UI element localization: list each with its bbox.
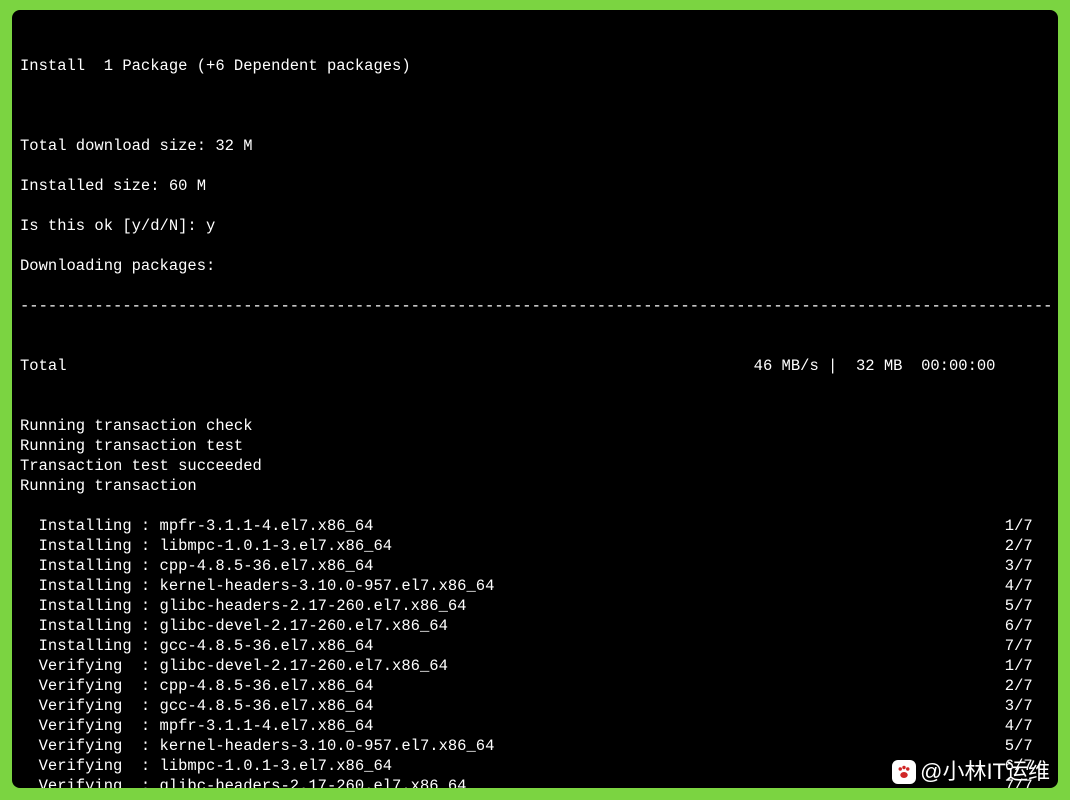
transaction-msg: Running transaction xyxy=(20,476,1050,496)
step-text: Verifying : mpfr-3.1.1-4.el7.x86_64 xyxy=(20,716,373,736)
downloading-label: Downloading packages: xyxy=(20,256,1050,276)
terminal[interactable]: Install 1 Package (+6 Dependent packages… xyxy=(12,10,1058,788)
installed-size: Installed size: 60 M xyxy=(20,176,1050,196)
transaction-step: Installing : kernel-headers-3.10.0-957.e… xyxy=(20,576,1050,596)
total-label: Total xyxy=(20,356,67,376)
transaction-step: Verifying : glibc-devel-2.17-260.el7.x86… xyxy=(20,656,1050,676)
step-text: Verifying : kernel-headers-3.10.0-957.el… xyxy=(20,736,494,756)
step-text: Installing : kernel-headers-3.10.0-957.e… xyxy=(20,576,494,596)
watermark: @小林IT运维 xyxy=(892,760,1050,784)
divider: ----------------------------------------… xyxy=(20,296,1050,316)
blank-line xyxy=(20,96,1050,116)
step-text: Verifying : gcc-4.8.5-36.el7.x86_64 xyxy=(20,696,373,716)
confirm-prompt: Is this ok [y/d/N]: y xyxy=(20,216,1050,236)
step-count: 3/7 xyxy=(1005,696,1050,716)
download-size: Total download size: 32 M xyxy=(20,136,1050,156)
step-count: 4/7 xyxy=(1005,716,1050,736)
step-count: 2/7 xyxy=(1005,676,1050,696)
transaction-step: Verifying : gcc-4.8.5-36.el7.x86_64 3/7 xyxy=(20,696,1050,716)
step-text: Installing : mpfr-3.1.1-4.el7.x86_64 xyxy=(20,516,373,536)
transaction-msg: Running transaction test xyxy=(20,436,1050,456)
transaction-step: Installing : cpp-4.8.5-36.el7.x86_64 3/7 xyxy=(20,556,1050,576)
transaction-step: Installing : mpfr-3.1.1-4.el7.x86_64 1/7 xyxy=(20,516,1050,536)
transaction-step: Installing : glibc-headers-2.17-260.el7.… xyxy=(20,596,1050,616)
transaction-step: Verifying : kernel-headers-3.10.0-957.el… xyxy=(20,736,1050,756)
step-count: 2/7 xyxy=(1005,536,1050,556)
step-text: Verifying : glibc-devel-2.17-260.el7.x86… xyxy=(20,656,448,676)
watermark-text: @小林IT运维 xyxy=(920,762,1050,782)
total-line: Total 46 MB/s | 32 MB 00:00:00 xyxy=(20,356,1050,376)
step-count: 1/7 xyxy=(1005,656,1050,676)
install-summary: Install 1 Package (+6 Dependent packages… xyxy=(20,56,1050,76)
step-text: Installing : gcc-4.8.5-36.el7.x86_64 xyxy=(20,636,373,656)
transaction-msg: Transaction test succeeded xyxy=(20,456,1050,476)
paw-icon xyxy=(892,760,916,784)
transaction-step: Installing : glibc-devel-2.17-260.el7.x8… xyxy=(20,616,1050,636)
step-count: 3/7 xyxy=(1005,556,1050,576)
step-text: Verifying : cpp-4.8.5-36.el7.x86_64 xyxy=(20,676,373,696)
step-text: Installing : glibc-devel-2.17-260.el7.x8… xyxy=(20,616,448,636)
transaction-msg: Running transaction check xyxy=(20,416,1050,436)
transaction-step: Installing : libmpc-1.0.1-3.el7.x86_64 2/… xyxy=(20,536,1050,556)
step-count: 4/7 xyxy=(1005,576,1050,596)
transaction-step: Verifying : cpp-4.8.5-36.el7.x86_64 2/7 xyxy=(20,676,1050,696)
transaction-step: Verifying : mpfr-3.1.1-4.el7.x86_64 4/7 xyxy=(20,716,1050,736)
step-count: 7/7 xyxy=(1005,636,1050,656)
step-text: Verifying : glibc-headers-2.17-260.el7.x… xyxy=(20,776,466,788)
step-count: 1/7 xyxy=(1005,516,1050,536)
step-text: Installing : glibc-headers-2.17-260.el7.… xyxy=(20,596,466,616)
total-stats: 46 MB/s | 32 MB 00:00:00 xyxy=(754,356,1050,376)
step-text: Installing : cpp-4.8.5-36.el7.x86_64 xyxy=(20,556,373,576)
step-count: 6/7 xyxy=(1005,616,1050,636)
step-text: Installing : libmpc-1.0.1-3.el7.x86_64 xyxy=(20,536,392,556)
step-count: 5/7 xyxy=(1005,736,1050,756)
transaction-step: Installing : gcc-4.8.5-36.el7.x86_64 7/7 xyxy=(20,636,1050,656)
step-text: Verifying : libmpc-1.0.1-3.el7.x86_64 xyxy=(20,756,392,776)
step-count: 5/7 xyxy=(1005,596,1050,616)
